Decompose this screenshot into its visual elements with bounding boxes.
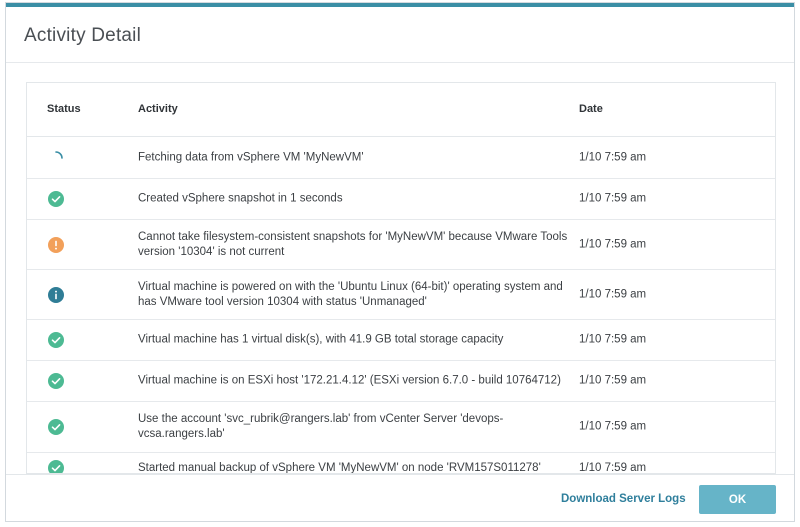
table-row: Started manual backup of vSphere VM 'MyN…: [27, 453, 775, 474]
date-text: 1/10 7:59 am: [579, 333, 647, 346]
dialog-title: Activity Detail: [24, 25, 142, 46]
table-header: Status Activity Date: [27, 83, 775, 137]
table-row: Virtual machine is on ESXi host '172.21.…: [27, 361, 775, 402]
activity-detail-dialog: Activity Detail Status Activity Date Fet…: [5, 2, 795, 522]
date-text: 1/10 7:59 am: [579, 151, 647, 163]
activity-text: Virtual machine is powered on with the '…: [138, 280, 563, 308]
column-header-activity: Activity: [138, 103, 178, 115]
success-check-icon: [48, 460, 64, 473]
table-row: Use the account 'svc_rubrik@rangers.lab'…: [27, 402, 775, 453]
spinner-icon: [48, 150, 64, 166]
table-row: Created vSphere snapshot in 1 seconds 1/…: [27, 179, 775, 220]
dialog-accent-bar: [6, 3, 794, 7]
ok-button[interactable]: OK: [699, 485, 776, 514]
activity-text: Virtual machine is on ESXi host '172.21.…: [138, 374, 561, 387]
date-text: 1/10 7:59 am: [579, 192, 647, 205]
success-check-icon: [48, 191, 64, 207]
date-text: 1/10 7:59 am: [579, 462, 647, 474]
info-icon: [48, 286, 64, 303]
date-text: 1/10 7:59 am: [579, 288, 647, 300]
download-server-logs-link[interactable]: Download Server Logs: [561, 493, 686, 505]
success-check-icon: [48, 419, 64, 435]
date-text: 1/10 7:59 am: [579, 420, 647, 433]
success-check-icon: [48, 332, 64, 348]
activity-text: Started manual backup of vSphere VM 'MyN…: [138, 462, 541, 474]
activity-text: Created vSphere snapshot in 1 seconds: [138, 192, 343, 205]
warning-icon: [48, 236, 64, 253]
activity-text: Cannot take filesystem-consistent snapsh…: [138, 230, 568, 258]
header-divider: [6, 62, 794, 63]
footer-divider: [6, 474, 794, 475]
date-text: 1/10 7:59 am: [579, 374, 647, 387]
table-row: Fetching data from vSphere VM 'MyNewVM' …: [27, 137, 775, 179]
activity-text: Virtual machine has 1 virtual disk(s), w…: [138, 333, 504, 346]
table-row: Cannot take filesystem-consistent snapsh…: [27, 220, 775, 270]
activity-text: Use the account 'svc_rubrik@rangers.lab'…: [138, 413, 504, 440]
date-text: 1/10 7:59 am: [579, 238, 647, 250]
column-header-status: Status: [47, 103, 81, 115]
activity-text: Fetching data from vSphere VM 'MyNewVM': [138, 151, 364, 163]
column-header-date: Date: [579, 103, 603, 115]
table-row: Virtual machine is powered on with the '…: [27, 270, 775, 320]
activity-table[interactable]: Status Activity Date Fetching data from …: [26, 82, 776, 474]
success-check-icon: [48, 373, 64, 389]
table-row: Virtual machine has 1 virtual disk(s), w…: [27, 320, 775, 361]
